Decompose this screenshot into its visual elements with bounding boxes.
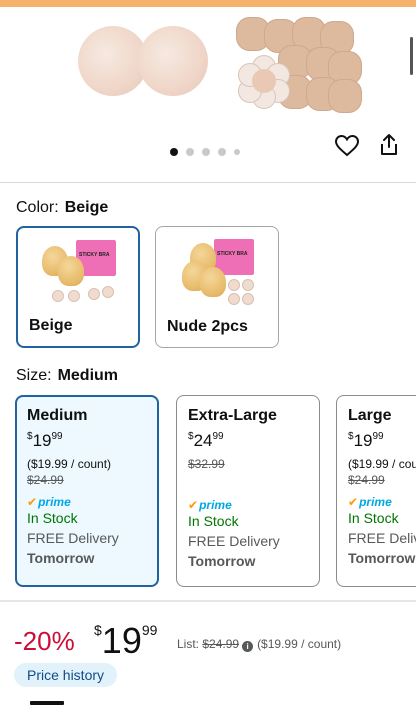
color-option-label: Beige: [29, 317, 73, 334]
unit-price: ($19.99 / count): [257, 637, 342, 651]
size-selected-value: Medium: [57, 367, 119, 384]
color-option-nude-2pcs[interactable]: STICKY BRA Nude 2pcs: [155, 226, 279, 348]
product-image-gallery[interactable]: [0, 7, 416, 182]
gallery-dot-2[interactable]: [186, 148, 194, 156]
size-option-large[interactable]: Large $1999 ($19.99 / count) $24.99 ✔pri…: [336, 395, 416, 587]
prime-check-icon: ✔: [188, 498, 199, 512]
color-label-row: Color: Beige: [16, 199, 108, 217]
top-accent-bar: [0, 0, 416, 7]
list-price: $24.99: [202, 637, 240, 651]
size-option-name: Large: [348, 407, 392, 424]
size-label-row: Size: Medium: [16, 367, 118, 385]
prime-check-icon: ✔: [27, 495, 38, 509]
delivery-info: FREE Delivery: [27, 530, 119, 546]
size-option-price: $1999: [348, 431, 384, 450]
info-icon[interactable]: i: [242, 641, 254, 652]
color-label: Color:: [16, 199, 59, 216]
flower-cover-image: [238, 55, 290, 109]
size-option-price: $2499: [188, 431, 224, 450]
stock-status: In Stock: [348, 510, 399, 526]
gallery-scrollbar[interactable]: [410, 37, 413, 75]
list-price-info: List: $24.99 i ($19.99 / count): [177, 637, 342, 652]
gallery-dot-4[interactable]: [218, 148, 226, 156]
gallery-divider: [0, 182, 416, 183]
share-icon: [381, 134, 397, 155]
delivery-day: Tomorrow: [27, 550, 95, 566]
discount-percent: -20%: [14, 626, 75, 656]
next-section-peek: [30, 701, 64, 705]
price-summary: -20% $1999 List: $24.99 i ($19.99 / count): [14, 620, 414, 662]
size-option-name: Medium: [27, 407, 88, 424]
delivery-info: FREE Delivery: [188, 533, 280, 549]
prime-badge: ✔prime: [348, 495, 392, 509]
current-price: $1999: [94, 620, 158, 661]
prime-check-icon: ✔: [348, 495, 359, 509]
product-thumbnail-image: STICKY BRA: [178, 235, 258, 305]
delivery-info: FREE Delivery: [348, 530, 416, 546]
size-option-name: Extra-Large: [188, 407, 277, 424]
delivery-day: Tomorrow: [348, 550, 416, 566]
delivery-day: Tomorrow: [188, 553, 256, 569]
product-thumbnail-image: STICKY BRA: [40, 236, 120, 306]
prime-badge: ✔prime: [27, 495, 71, 509]
heart-icon: [335, 135, 359, 157]
size-option-price: $1999: [27, 431, 63, 450]
size-option-medium[interactable]: Medium $1999 ($19.99 / count) $24.99 ✔pr…: [15, 395, 159, 587]
stock-status: In Stock: [188, 513, 239, 529]
gallery-dot-5[interactable]: [234, 149, 240, 155]
gallery-pagination[interactable]: [170, 148, 240, 156]
prime-badge: ✔prime: [188, 498, 232, 512]
stock-status: In Stock: [27, 510, 78, 526]
price-history-button[interactable]: Price history: [14, 663, 118, 687]
silicone-pad-right-image: [138, 26, 208, 96]
size-label: Size:: [16, 367, 52, 384]
size-option-extra-large[interactable]: Extra-Large $2499 $32.99 ✔prime In Stock…: [176, 395, 320, 587]
color-selected-value: Beige: [64, 199, 109, 216]
color-option-beige[interactable]: STICKY BRA Beige: [16, 226, 140, 348]
gallery-dot-1[interactable]: [170, 148, 178, 156]
wishlist-button[interactable]: [333, 132, 361, 160]
gallery-dot-3[interactable]: [202, 148, 210, 156]
color-option-label: Nude 2pcs: [167, 318, 248, 335]
size-option-unit-price: ($19.99 / count): [27, 457, 112, 471]
size-option-list-price: $24.99: [348, 473, 385, 487]
size-option-list-price: $32.99: [188, 457, 225, 471]
share-button[interactable]: [375, 131, 403, 159]
size-option-list-price: $24.99: [27, 473, 64, 487]
size-option-unit-price: ($19.99 / count): [348, 457, 416, 471]
price-section-divider: [0, 600, 416, 602]
